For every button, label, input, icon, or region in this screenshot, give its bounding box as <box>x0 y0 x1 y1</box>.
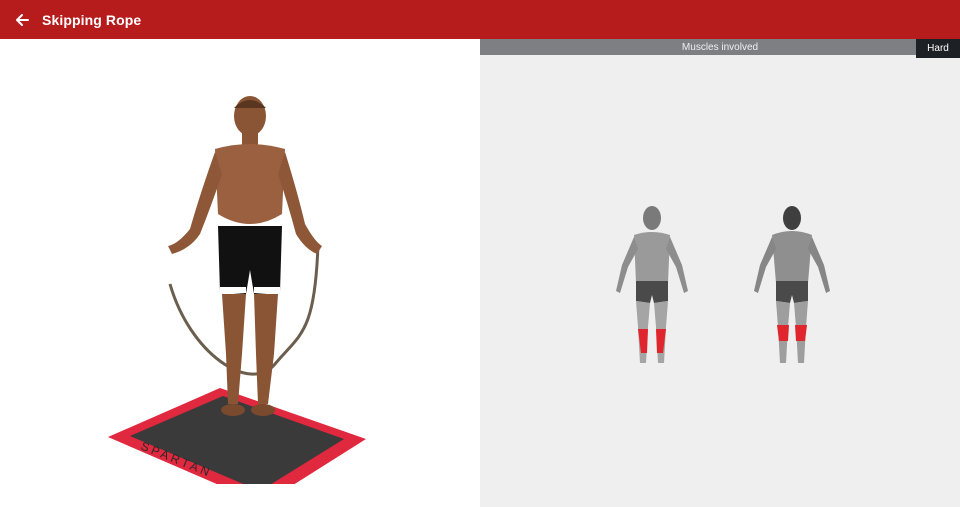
body-front-figure <box>616 206 688 363</box>
difficulty-label: Hard <box>927 43 949 54</box>
difficulty-badge: Hard <box>916 39 960 58</box>
body-back-figure <box>754 206 830 363</box>
back-button[interactable] <box>2 0 42 39</box>
page-title: Skipping Rope <box>42 11 142 28</box>
calf-back-right <box>795 325 807 341</box>
muscles-involved-label: Muscles involved <box>681 41 759 53</box>
arrow-left-icon <box>16 13 29 26</box>
app-bar: Skipping Rope <box>0 0 960 39</box>
exercise-animation-panel: SPARTAN <box>0 39 480 507</box>
calf-back-left <box>777 325 789 341</box>
muscles-panel: Muscles involved Hard <box>480 39 960 507</box>
exercise-illustration: SPARTAN <box>108 96 366 484</box>
muscles-involved-header: Muscles involved <box>480 39 960 55</box>
